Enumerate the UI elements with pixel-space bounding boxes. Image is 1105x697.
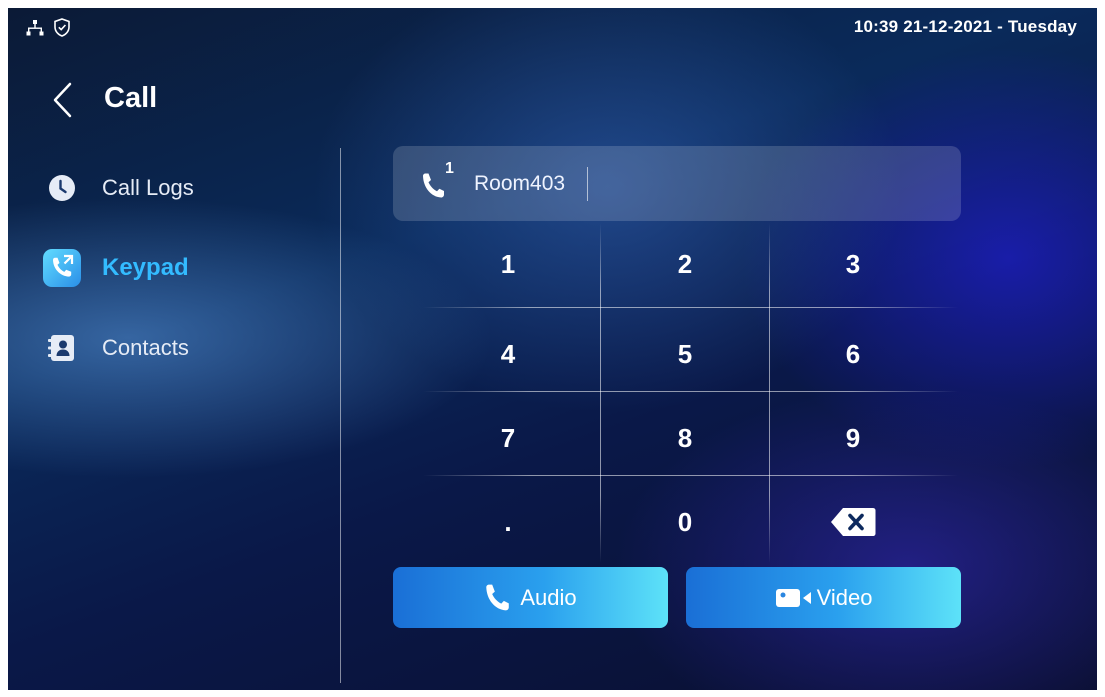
sidebar-item-label: Call Logs	[102, 175, 194, 200]
dial-input-value: Room403	[474, 171, 566, 195]
key-7[interactable]: 7	[423, 397, 593, 479]
contacts-book-icon	[42, 328, 82, 368]
sidebar-divider	[340, 148, 341, 683]
page-title: Call	[104, 82, 158, 114]
dial-keypad: 1 2 3 4 5 6 7 8 9 . 0	[423, 223, 958, 563]
call-screen: 10:39 21-12-2021 - Tuesday Call Call Log…	[8, 8, 1097, 690]
sidebar-item-label: Contacts	[102, 335, 189, 360]
key-2[interactable]: 2	[600, 223, 770, 305]
key-6[interactable]: 6	[768, 313, 938, 395]
phone-icon: 1	[421, 160, 457, 204]
video-call-button[interactable]: Video	[686, 567, 961, 628]
back-button[interactable]	[50, 80, 76, 120]
key-4[interactable]: 4	[423, 313, 593, 395]
audio-call-label: Audio	[520, 584, 577, 610]
network-icon	[26, 19, 44, 42]
status-icons	[26, 18, 70, 42]
phone-icon	[486, 584, 510, 610]
line-number: 1	[445, 159, 454, 177]
key-dot[interactable]: .	[423, 481, 593, 563]
key-5[interactable]: 5	[600, 313, 770, 395]
key-1[interactable]: 1	[423, 223, 593, 305]
key-0[interactable]: 0	[600, 481, 770, 563]
key-3[interactable]: 3	[768, 223, 938, 305]
dial-input-field[interactable]: 1 Room403	[393, 146, 961, 221]
status-datetime: 10:39 21-12-2021 - Tuesday	[853, 17, 1077, 36]
phone-keypad-icon	[42, 248, 82, 288]
backspace-icon	[831, 508, 876, 536]
key-9[interactable]: 9	[768, 397, 938, 479]
backspace-button[interactable]	[768, 481, 938, 563]
shield-check-icon	[54, 18, 70, 42]
chevron-left-icon	[53, 82, 72, 118]
audio-call-button[interactable]: Audio	[393, 567, 668, 628]
video-camera-icon	[775, 588, 811, 607]
clock-icon	[42, 168, 82, 208]
sidebar-item-contacts[interactable]: Contacts	[42, 323, 189, 373]
sidebar-item-label: Keypad	[102, 254, 189, 281]
sidebar-item-call-logs[interactable]: Call Logs	[42, 163, 194, 213]
text-cursor	[587, 166, 589, 201]
keypad-divider	[423, 307, 958, 308]
video-call-label: Video	[816, 584, 873, 610]
sidebar-item-keypad[interactable]: Keypad	[42, 243, 189, 293]
key-8[interactable]: 8	[600, 397, 770, 479]
